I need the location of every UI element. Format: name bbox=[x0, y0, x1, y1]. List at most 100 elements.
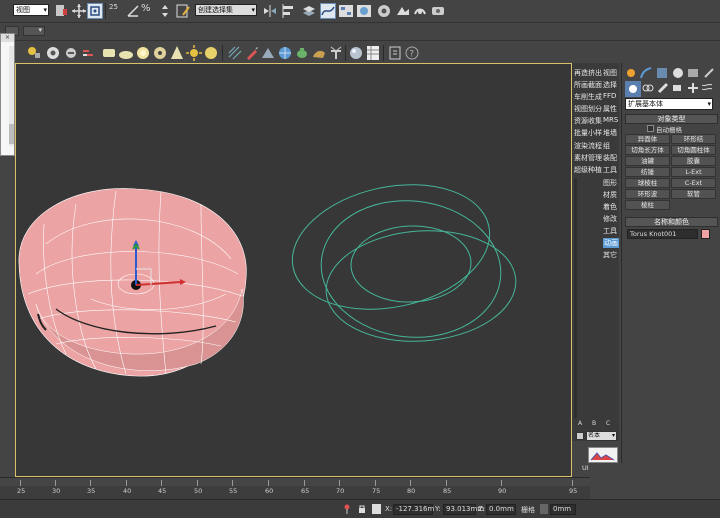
object-button[interactable]: 切角圆柱体 bbox=[671, 145, 716, 155]
menu-item[interactable]: 材质 bbox=[603, 190, 617, 200]
tab-b[interactable]: B bbox=[592, 420, 596, 427]
object-button[interactable]: 软管 bbox=[671, 189, 716, 199]
tree-icon[interactable] bbox=[328, 45, 344, 61]
category-dropdown[interactable]: 扩展基本体 ▾ bbox=[625, 98, 713, 110]
perspective-viewport[interactable] bbox=[15, 63, 572, 477]
menu-dropdown[interactable]: 名本 ▾ bbox=[586, 431, 617, 441]
object-button[interactable]: 环形结 bbox=[671, 134, 716, 144]
rendered-frame-icon[interactable] bbox=[395, 3, 411, 19]
render-iterative-icon[interactable] bbox=[430, 3, 446, 19]
menu-item[interactable]: MRS bbox=[603, 116, 618, 124]
pin-icon[interactable] bbox=[343, 504, 351, 514]
tab-a[interactable]: A bbox=[578, 420, 582, 427]
menu-item[interactable]: 着色 bbox=[603, 202, 617, 212]
add-time-tag-icon[interactable] bbox=[540, 504, 548, 514]
menu-item[interactable]: 工具 bbox=[603, 165, 617, 175]
camera-icon[interactable] bbox=[45, 45, 61, 61]
menu-item[interactable]: 车削生成 bbox=[574, 92, 602, 102]
box-icon[interactable] bbox=[101, 45, 117, 61]
link-icon[interactable] bbox=[80, 45, 96, 61]
menu-item[interactable]: 渲染流程 bbox=[574, 141, 602, 151]
move-icon[interactable] bbox=[71, 3, 87, 19]
menu-item-active[interactable]: 动画 bbox=[603, 238, 619, 248]
display-tab-icon[interactable] bbox=[686, 66, 702, 82]
timeline-ruler[interactable]: 25 30 35 40 45 50 55 60 65 70 75 80 85 9… bbox=[0, 477, 590, 499]
menu-item[interactable]: 修改 bbox=[603, 214, 617, 224]
toolbar-mini-dropdown[interactable]: ▾ bbox=[23, 26, 45, 36]
menu-item[interactable]: 所画截面 bbox=[574, 80, 602, 90]
angle-snap-icon[interactable] bbox=[125, 3, 141, 19]
menu-item[interactable]: 组 bbox=[603, 141, 610, 151]
menu-item[interactable]: 资源收集 bbox=[574, 116, 602, 126]
menu-item[interactable]: 属性 bbox=[603, 104, 617, 114]
light-icon[interactable] bbox=[26, 45, 42, 61]
help-icon[interactable]: ? bbox=[404, 45, 420, 61]
align-icon[interactable] bbox=[281, 3, 297, 19]
grid-icon[interactable] bbox=[227, 45, 243, 61]
menu-small-button[interactable] bbox=[576, 432, 584, 440]
menu-item[interactable]: 装配 bbox=[603, 153, 617, 163]
motion-tab-icon[interactable] bbox=[671, 66, 687, 82]
edit-named-selection-icon[interactable] bbox=[175, 3, 191, 19]
file-icon[interactable] bbox=[387, 45, 403, 61]
snap-toggle-icon[interactable]: 25 bbox=[109, 2, 125, 18]
snap-icon[interactable] bbox=[87, 3, 103, 19]
cameras-tab-icon[interactable] bbox=[671, 81, 687, 97]
absolute-mode-icon[interactable] bbox=[372, 504, 381, 514]
menu-scrollbar[interactable] bbox=[574, 178, 577, 418]
utilities-tab-icon[interactable] bbox=[702, 66, 718, 82]
y-coordinate-field[interactable]: 93.013mm bbox=[443, 504, 484, 515]
menu-item[interactable]: 堆墙 bbox=[603, 128, 617, 138]
bone-icon[interactable] bbox=[63, 45, 79, 61]
object-button[interactable]: 棱柱 bbox=[625, 200, 670, 210]
render-setup-icon[interactable] bbox=[376, 3, 392, 19]
menu-item[interactable]: 图形 bbox=[603, 178, 617, 188]
spreadsheet-icon[interactable] bbox=[365, 45, 381, 61]
object-button[interactable]: 切角长方体 bbox=[625, 145, 670, 155]
menu-item[interactable]: 选择 bbox=[603, 80, 617, 90]
object-button[interactable]: 纺锤 bbox=[625, 167, 670, 177]
teapot-icon[interactable] bbox=[294, 45, 310, 61]
scene-canvas[interactable] bbox=[16, 64, 571, 476]
menu-item[interactable]: 其它 bbox=[603, 250, 617, 260]
menu-item[interactable]: FFD bbox=[603, 92, 616, 100]
hierarchy-tab-icon[interactable] bbox=[655, 66, 671, 82]
panel-scrollbar[interactable] bbox=[9, 46, 14, 146]
spinner-snap-icon[interactable] bbox=[157, 3, 173, 19]
cone-icon[interactable] bbox=[169, 45, 185, 61]
geometry-tab-icon[interactable] bbox=[625, 81, 641, 97]
render-production-icon[interactable] bbox=[412, 3, 428, 19]
wireframe-rings-object[interactable] bbox=[281, 168, 520, 348]
sphere-icon[interactable] bbox=[135, 45, 151, 61]
dome-icon[interactable] bbox=[118, 45, 134, 61]
name-color-rollout[interactable]: 名称和颜色 bbox=[625, 217, 718, 227]
object-button[interactable]: 球棱柱 bbox=[625, 178, 670, 188]
pivot-icon[interactable] bbox=[53, 3, 69, 19]
named-selection-dropdown[interactable]: 创建选择集 ▾ bbox=[195, 4, 257, 16]
object-button[interactable]: 环形波 bbox=[625, 189, 670, 199]
globe-icon[interactable] bbox=[277, 45, 293, 61]
layer-manager-icon[interactable] bbox=[301, 3, 317, 19]
mirror-icon[interactable] bbox=[262, 3, 278, 19]
grid-value-field[interactable]: 0mm bbox=[550, 504, 576, 515]
menu-item[interactable]: 视图 bbox=[603, 68, 617, 78]
menu-item[interactable]: 批量小样 bbox=[574, 128, 602, 138]
paint-icon[interactable] bbox=[244, 45, 260, 61]
menu-item[interactable]: 再造挤出 bbox=[574, 68, 602, 78]
material-editor-icon[interactable] bbox=[356, 3, 372, 19]
x-coordinate-field[interactable]: -127.316m bbox=[393, 504, 434, 515]
modify-tab-icon[interactable] bbox=[639, 66, 655, 82]
floating-panel[interactable]: × bbox=[0, 33, 15, 156]
view-dropdown[interactable]: 视图 ▾ bbox=[13, 4, 49, 16]
object-button[interactable]: 油罐 bbox=[625, 156, 670, 166]
z-coordinate-field[interactable]: 0.0mm bbox=[486, 504, 516, 515]
torus-icon[interactable] bbox=[152, 45, 168, 61]
menu-item[interactable]: 素材管理 bbox=[574, 153, 602, 163]
object-button[interactable]: 胶囊 bbox=[671, 156, 716, 166]
lights-tab-icon[interactable] bbox=[656, 81, 672, 97]
shapes-tab-icon[interactable] bbox=[641, 81, 657, 97]
schematic-view-icon[interactable] bbox=[338, 3, 354, 19]
animal-icon[interactable] bbox=[311, 45, 327, 61]
object-type-rollout[interactable]: 对象类型 bbox=[625, 114, 718, 124]
torus-knot-object[interactable] bbox=[18, 188, 247, 377]
